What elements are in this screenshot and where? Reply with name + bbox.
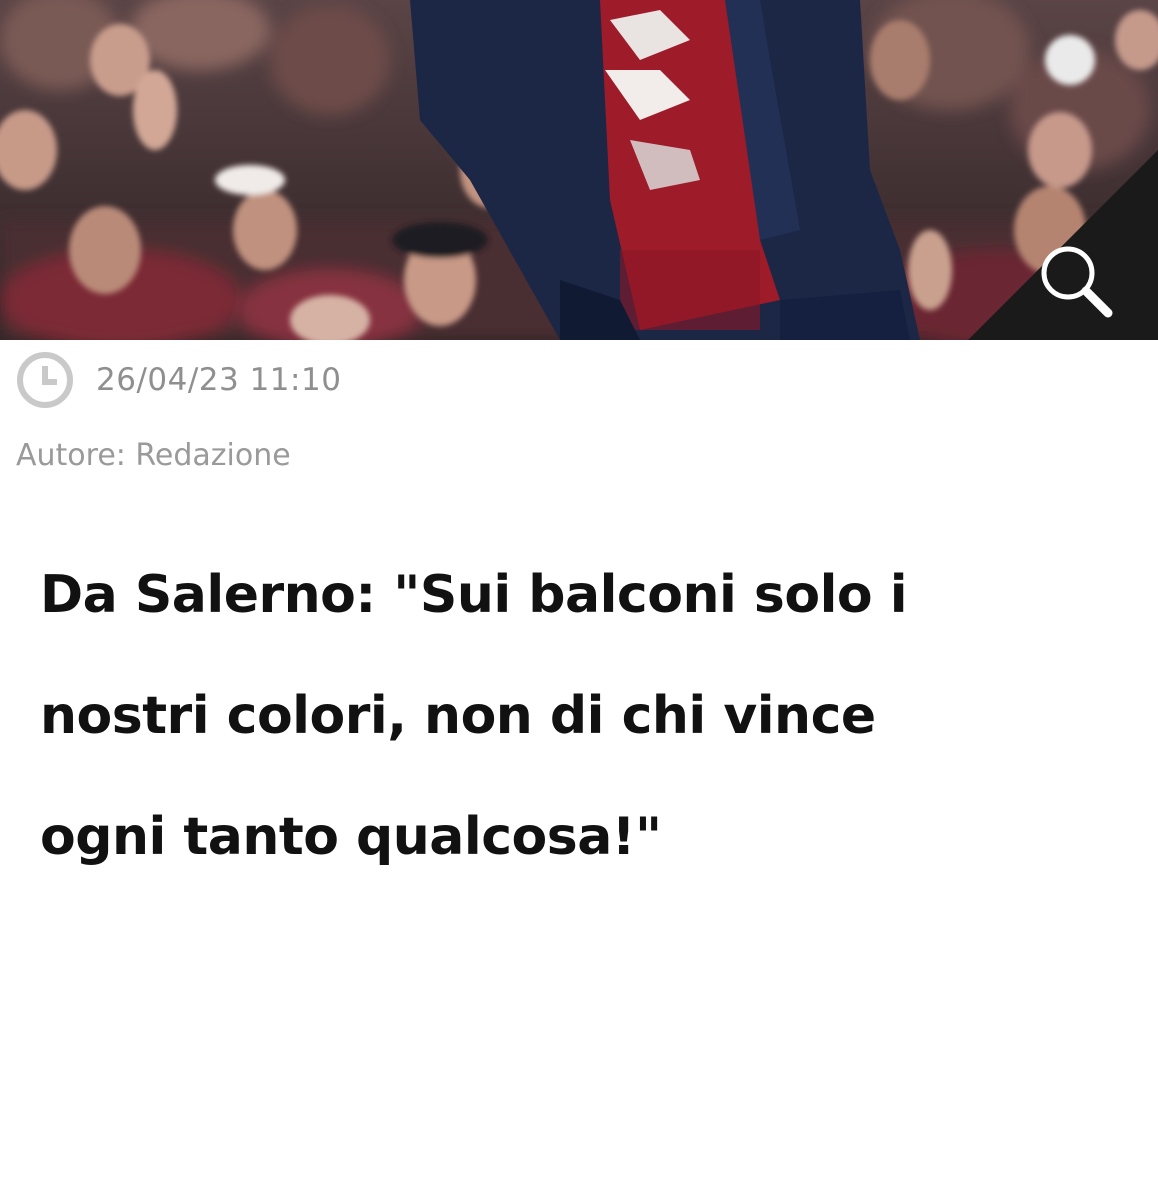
publish-date: 26/04/23 11:10 — [96, 362, 342, 398]
clock-icon — [17, 352, 73, 408]
hero-image[interactable] — [0, 0, 1158, 340]
headline-line: Da Salerno: "Sui balconi solo i — [40, 565, 908, 625]
headline-line: nostri colori, non di chi vince — [40, 686, 876, 746]
article-page: 26/04/23 11:10 Autore: Redazione Da Sale… — [0, 0, 1158, 1200]
zoom-image-button[interactable] — [968, 150, 1158, 340]
author-label: Autore: Redazione — [16, 438, 291, 473]
article-headline: Da Salerno: "Sui balconi solo i nostri c… — [40, 565, 1120, 928]
search-icon — [1041, 246, 1113, 318]
article-meta: 26/04/23 11:10 — [16, 350, 341, 410]
headline-line: ogni tanto qualcosa!" — [40, 807, 662, 867]
